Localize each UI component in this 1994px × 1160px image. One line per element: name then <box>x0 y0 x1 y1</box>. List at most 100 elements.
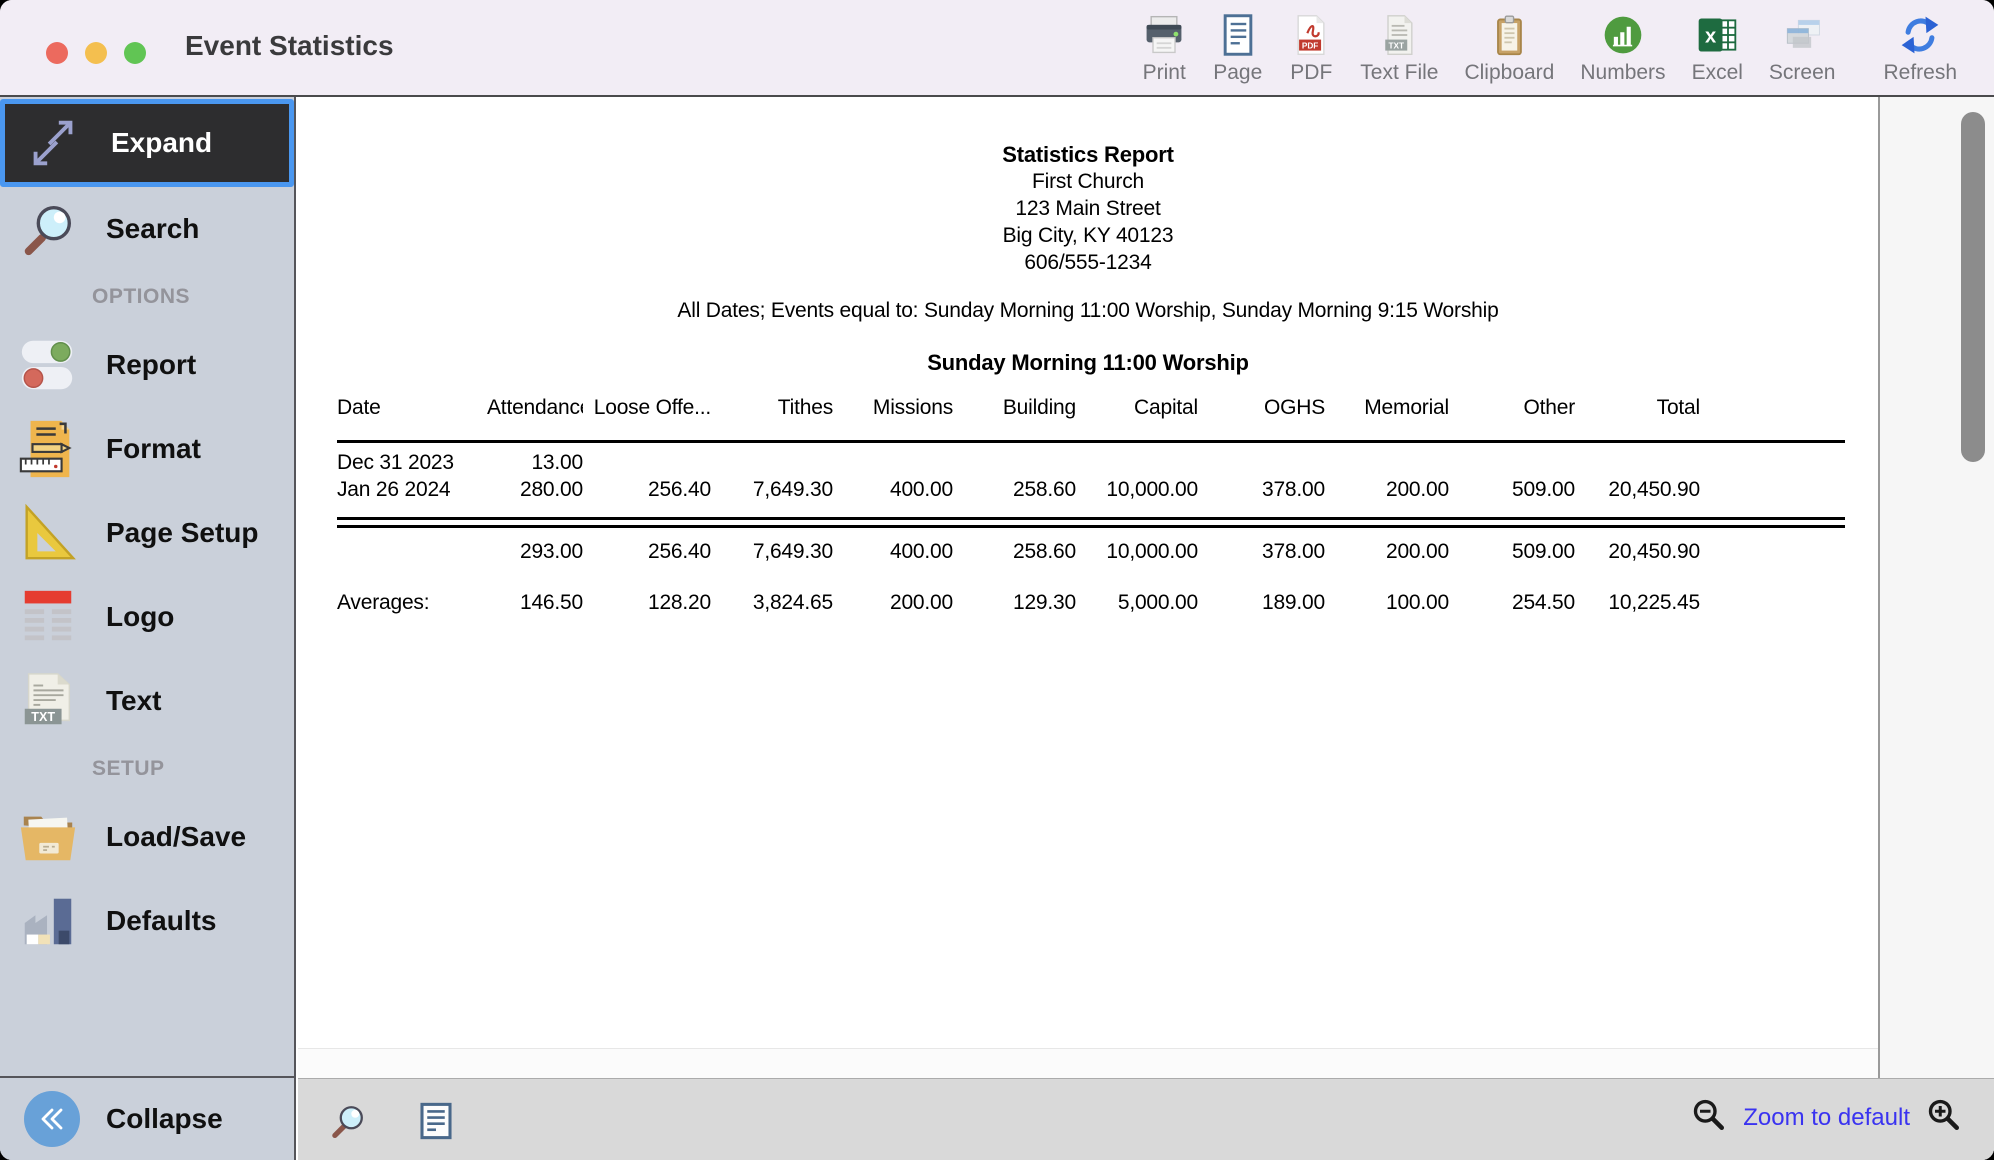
zoom-window-button[interactable] <box>124 42 146 64</box>
table-cell: 509.00 <box>1449 538 1575 565</box>
toolbar-numbers-label: Numbers <box>1580 61 1665 85</box>
table-row: Dec 31 202313.00 <box>337 443 1845 476</box>
table-spacer-cell <box>1700 449 1845 476</box>
collapse-label: Collapse <box>106 1103 223 1135</box>
toolbar-screen-button[interactable]: Screen <box>1756 12 1849 85</box>
toolbar-print-label: Print <box>1143 61 1186 85</box>
table-row: Jan 26 2024280.00256.407,649.30400.00258… <box>337 476 1845 503</box>
toolbar-excel-button[interactable]: xExcel <box>1679 12 1756 85</box>
toolbar-refresh-button[interactable]: Refresh <box>1870 12 1970 85</box>
report-preview: Statistics Report First Church 123 Main … <box>298 97 1878 1048</box>
page-setup-icon <box>16 501 80 565</box>
logo-icon <box>16 585 80 649</box>
minimize-window-button[interactable] <box>85 42 107 64</box>
sidebar-item-label: Format <box>106 433 201 465</box>
sidebar-item-expand[interactable]: Expand <box>0 99 294 187</box>
table-cell: 10,000.00 <box>1076 538 1198 565</box>
table-cell: 13.00 <box>487 449 583 476</box>
table-cell: 280.00 <box>487 476 583 503</box>
report-filter-summary: All Dates; Events equal to: Sunday Morni… <box>298 297 1878 324</box>
sidebar-section-label: OPTIONS <box>92 285 190 309</box>
table-cell: 258.60 <box>953 476 1076 503</box>
excel-icon: x <box>1694 12 1740 58</box>
sidebar-list: Expand Search OPTIONS Report Format Page Setu… <box>0 97 294 963</box>
toolbar-clipboard-label: Clipboard <box>1464 61 1554 85</box>
sidebar-item-logo[interactable]: Logo <box>0 575 294 659</box>
table-cell: Building <box>953 396 1076 420</box>
vertical-scrollbar-thumb[interactable] <box>1961 112 1985 462</box>
report-header: Statistics Report First Church 123 Main … <box>298 97 1878 276</box>
sidebar-item-page-setup[interactable]: Page Setup <box>0 491 294 575</box>
table-cell: 293.00 <box>487 538 583 565</box>
window-title: Event Statistics <box>185 30 394 62</box>
print-icon <box>1141 12 1187 58</box>
statusbar-report-view-button[interactable] <box>414 1097 458 1145</box>
sidebar-item-format[interactable]: Format <box>0 407 294 491</box>
table-cell: 400.00 <box>833 538 953 565</box>
zoom-out-button[interactable] <box>1691 1097 1727 1138</box>
table-cell: 10,225.45 <box>1575 589 1700 616</box>
sidebar-section-setup: SETUP <box>0 743 294 795</box>
table-cell: Jan 26 2024 <box>337 476 487 503</box>
table-cell: Dec 31 2023 <box>337 449 487 476</box>
sidebar-item-text[interactable]: TXTText <box>0 659 294 743</box>
text-file-icon: TXT <box>1376 12 1422 58</box>
table-cell <box>711 449 833 476</box>
table-cell: 200.00 <box>833 589 953 616</box>
table-cell: 509.00 <box>1449 476 1575 503</box>
table-averages-row: Averages:146.50128.203,824.65200.00129.3… <box>337 589 1845 616</box>
table-cell: 20,450.90 <box>1575 538 1700 565</box>
table-cell: 256.40 <box>583 538 711 565</box>
toolbar-clipboard-button[interactable]: Clipboard <box>1451 12 1567 85</box>
table-cell: Missions <box>833 396 953 420</box>
table-cell: 5,000.00 <box>1076 589 1198 616</box>
table-cell: 254.50 <box>1449 589 1575 616</box>
zoom-to-default-link[interactable]: Zoom to default <box>1743 1104 1910 1132</box>
statusbar-search-button[interactable] <box>326 1097 370 1145</box>
sidebar-item-label: Expand <box>111 127 212 159</box>
defaults-icon <box>16 889 80 953</box>
table-cell: OGHS <box>1198 396 1325 420</box>
toolbar: Print Page PDF PDF TXTText File Clipboard Numb… <box>1128 12 1970 85</box>
numbers-icon <box>1600 12 1646 58</box>
toolbar-pdf-button[interactable]: PDF PDF <box>1275 12 1347 85</box>
report-address-line1: 123 Main Street <box>298 195 1878 222</box>
table-totals-row: 293.00256.407,649.30400.00258.6010,000.0… <box>337 538 1845 565</box>
table-cell: 256.40 <box>583 476 711 503</box>
toolbar-print-button[interactable]: Print <box>1128 12 1200 85</box>
svg-text:TXT: TXT <box>1389 41 1405 50</box>
sidebar-item-defaults[interactable]: Defaults <box>0 879 294 963</box>
sidebar-item-label: Page Setup <box>106 517 258 549</box>
text-icon: TXT <box>16 669 80 733</box>
horizontal-scrollbar-track <box>298 1048 1878 1078</box>
close-window-button[interactable] <box>46 42 68 64</box>
table-cell: 7,649.30 <box>711 538 833 565</box>
expand-icon <box>21 111 85 175</box>
table-cell: 378.00 <box>1198 538 1325 565</box>
pdf-icon: PDF <box>1288 12 1334 58</box>
toolbar-numbers-button[interactable]: Numbers <box>1567 12 1678 85</box>
svg-text:TXT: TXT <box>31 710 55 724</box>
sidebar-item-label: Defaults <box>106 905 216 937</box>
table-cell <box>1325 449 1449 476</box>
title-bar: Event Statistics Print Page PDF PDF TXTText … <box>0 0 1994 97</box>
table-cell: 129.30 <box>953 589 1076 616</box>
sidebar-item-report[interactable]: Report <box>0 323 294 407</box>
sidebar-collapse-button[interactable]: Collapse <box>0 1076 294 1160</box>
sidebar-item-label: Search <box>106 213 199 245</box>
zoom-in-icon <box>1926 1097 1962 1133</box>
sidebar-item-search[interactable]: Search <box>0 187 294 271</box>
table-cell <box>1449 449 1575 476</box>
magnifier-icon <box>327 1100 369 1142</box>
collapse-icon <box>24 1091 80 1147</box>
table-spacer-cell <box>1700 589 1845 616</box>
table-cell: Memorial <box>1325 396 1449 420</box>
sidebar-item-load-save[interactable]: Load/Save <box>0 795 294 879</box>
toolbar-text-file-button[interactable]: TXTText File <box>1347 12 1451 85</box>
table-cell <box>1076 449 1198 476</box>
toolbar-page-button[interactable]: Page <box>1200 12 1275 85</box>
toolbar-pdf-label: PDF <box>1290 61 1332 85</box>
zoom-in-button[interactable] <box>1926 1097 1962 1138</box>
sidebar: Expand Search OPTIONS Report Format Page Setu… <box>0 97 296 1160</box>
table-cell <box>1198 449 1325 476</box>
